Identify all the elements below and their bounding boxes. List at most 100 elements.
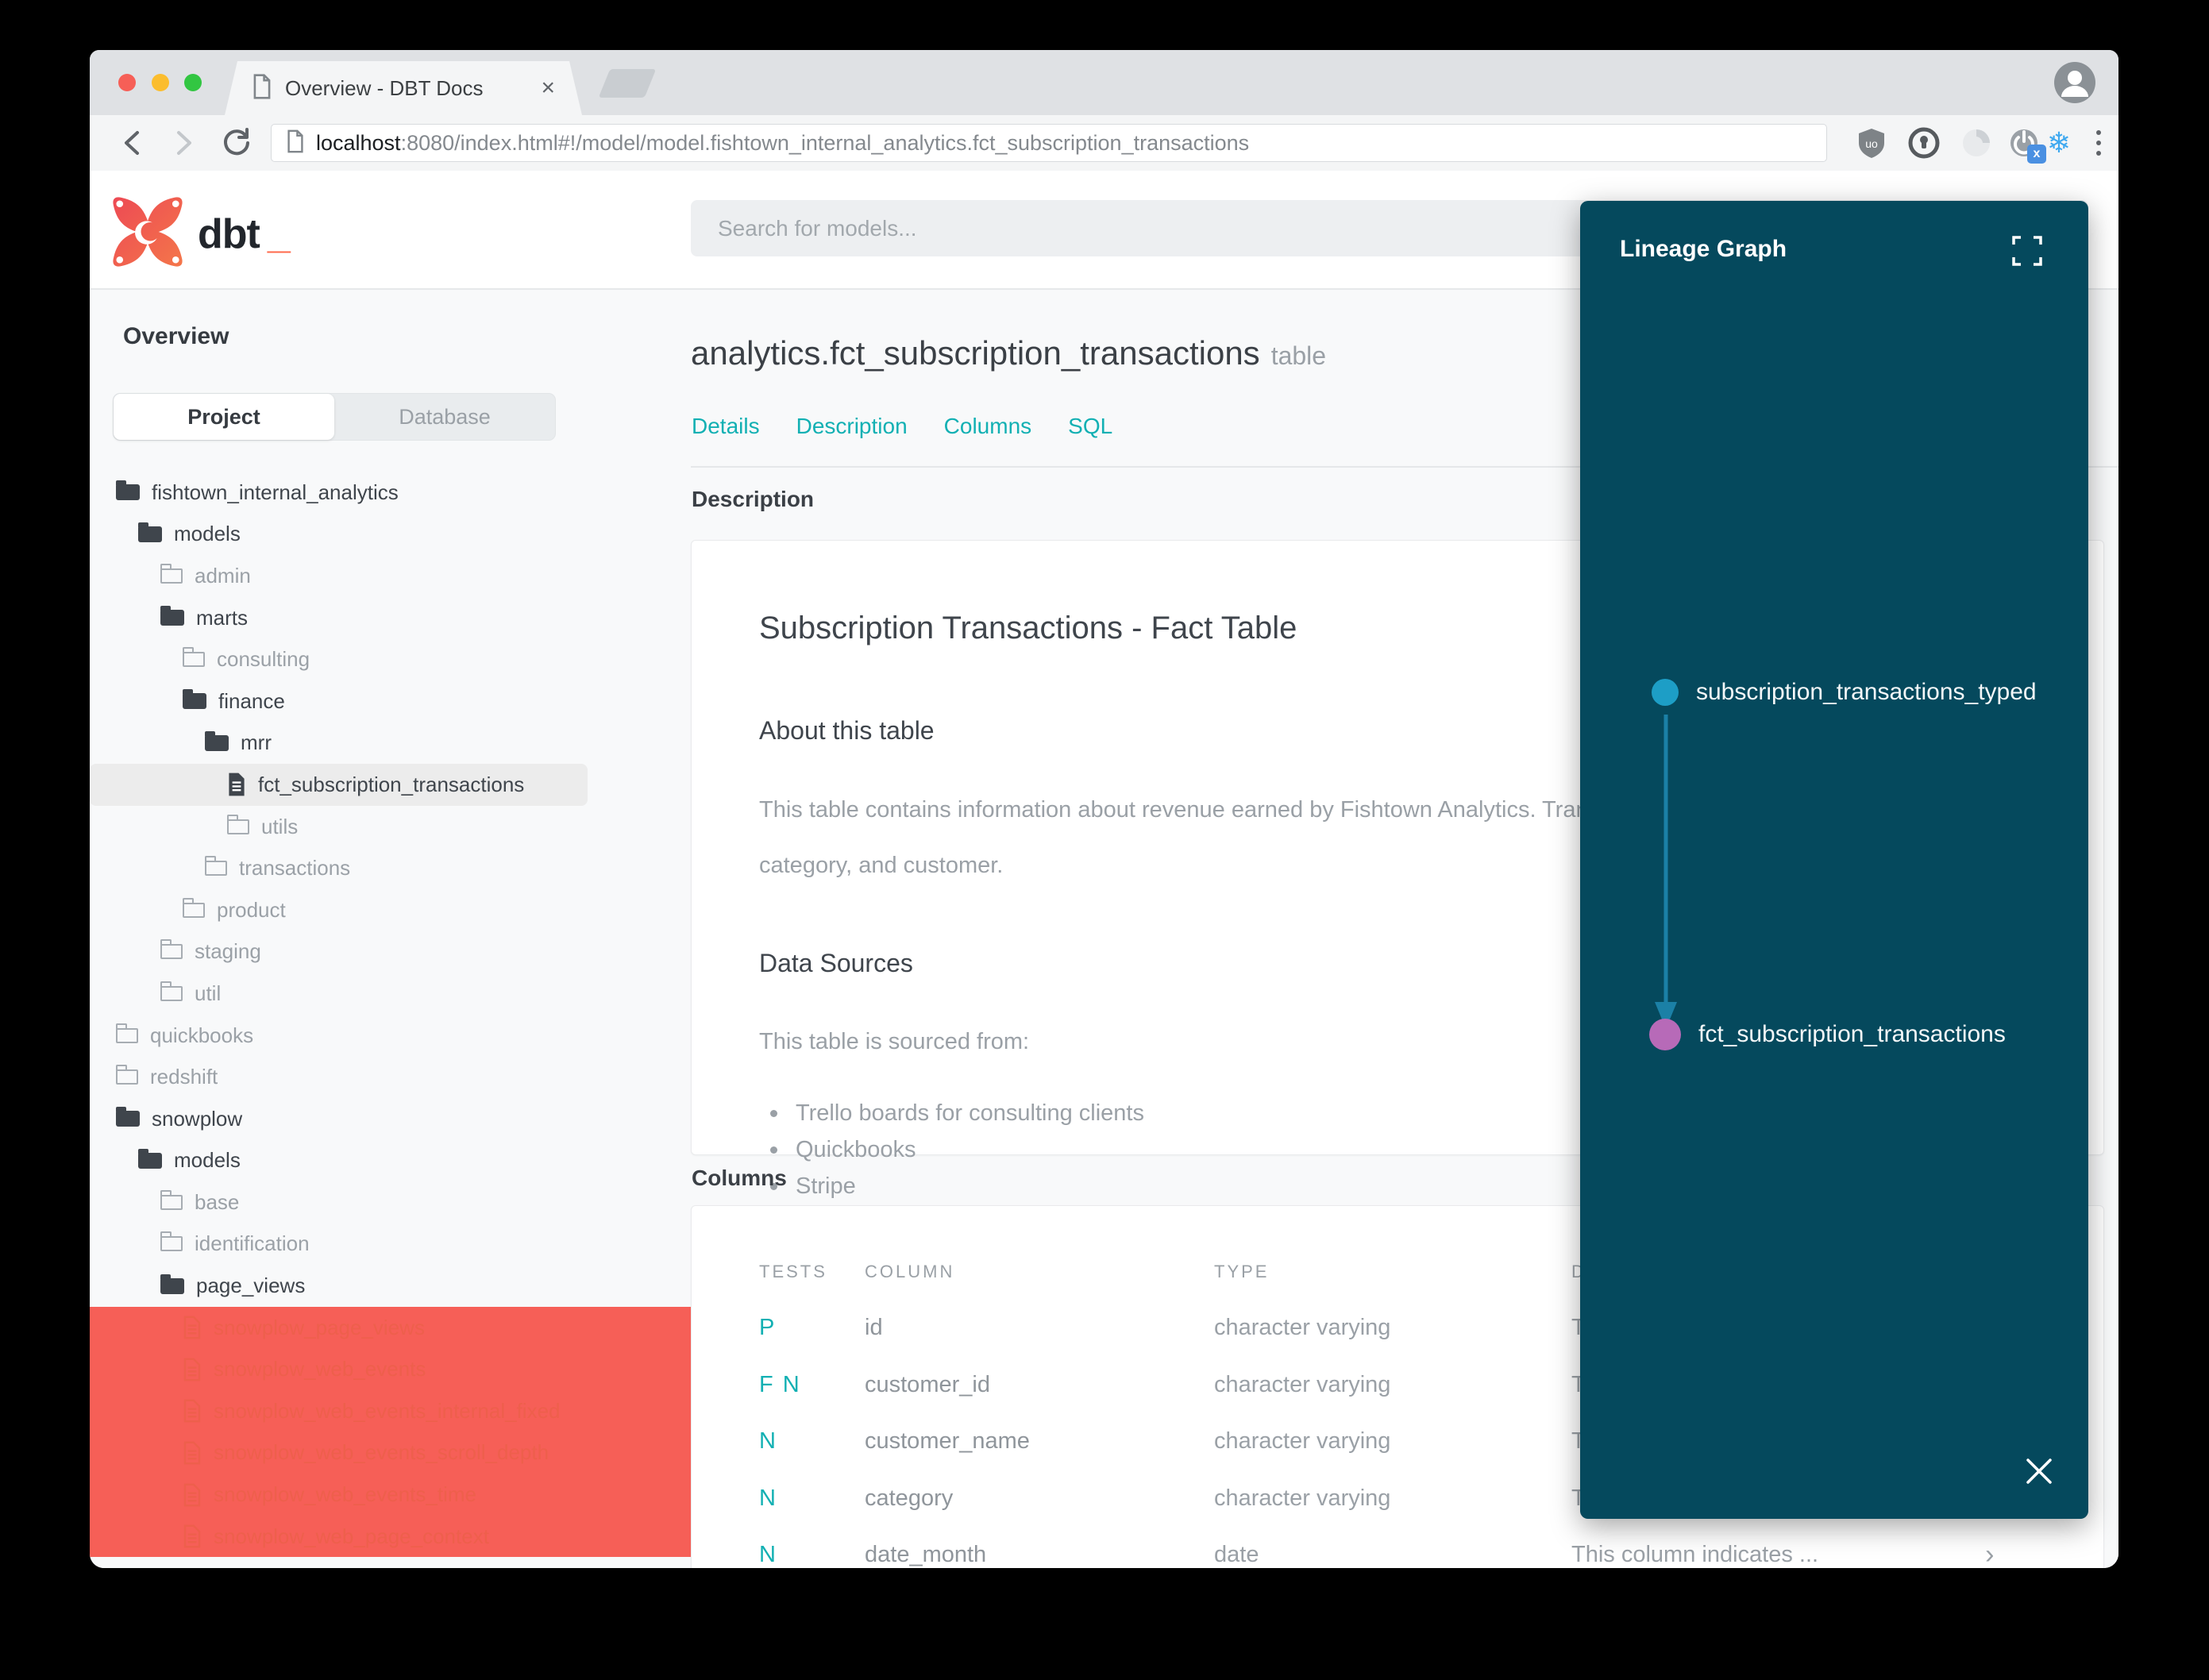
disabled-extension-icon[interactable]: [1959, 125, 1994, 160]
sidebar-item-base[interactable]: base: [90, 1181, 691, 1223]
model-file-icon: [183, 1524, 201, 1548]
power-extension-icon[interactable]: x: [2007, 125, 2046, 164]
url-text: localhost:8080/index.html#!/model/model.…: [316, 131, 1249, 156]
back-icon[interactable]: [115, 126, 148, 160]
lineage-graph-panel: Lineage Graph subscription_transactions_…: [1580, 201, 2088, 1519]
sidebar-item-snowplow_page_views[interactable]: snowplow_page_views: [90, 1306, 691, 1349]
folder-open-icon: [116, 480, 140, 501]
sidebar-item-quickbooks[interactable]: quickbooks: [90, 1015, 691, 1057]
tab-close-icon[interactable]: ×: [541, 75, 555, 102]
macos-close-button[interactable]: [118, 74, 136, 91]
folder-open-icon: [138, 522, 162, 542]
sidebar-item-finance[interactable]: finance: [90, 680, 691, 722]
tab-description[interactable]: Description: [796, 414, 908, 439]
sidebar-item-fishtown_internal_analytics[interactable]: fishtown_internal_analytics: [90, 472, 691, 514]
table-cell-column: id: [865, 1315, 883, 1341]
folder-open-icon: [205, 730, 229, 751]
sidebar-overview-heading: Overview: [123, 323, 229, 349]
model-file-icon: [183, 1441, 201, 1465]
folder-closed-icon: [160, 1189, 183, 1210]
sidebar-item-fct_subscription_transactions[interactable]: fct_subscription_transactions: [90, 764, 588, 806]
folder-closed-icon: [182, 647, 205, 668]
snowflake-extension-icon[interactable]: ❄: [2041, 125, 2076, 160]
toggle-database[interactable]: Database: [334, 394, 555, 440]
new-tab-button[interactable]: [598, 69, 657, 98]
columns-section-label: Columns: [692, 1166, 787, 1190]
table-cell-column: category: [865, 1485, 954, 1511]
sidebar-item-page_views[interactable]: page_views: [90, 1265, 691, 1307]
model-file-icon: [229, 773, 245, 796]
table-cell-tests: N: [759, 1428, 777, 1455]
column-header-type: TYPE: [1214, 1262, 1270, 1281]
table-cell-type: date: [1214, 1542, 1259, 1568]
browser-menu-icon[interactable]: [2081, 125, 2116, 160]
sidebar-item-consulting[interactable]: consulting: [90, 638, 691, 680]
sidebar-item-marts[interactable]: marts: [90, 597, 691, 639]
macos-minimize-button[interactable]: [152, 74, 169, 91]
lineage-node-source[interactable]: subscription_transactions_typed: [1652, 679, 2037, 706]
table-cell-type: character varying: [1214, 1371, 1391, 1397]
sidebar-item-staging[interactable]: staging: [90, 931, 691, 973]
toggle-project[interactable]: Project: [114, 394, 334, 440]
folder-closed-icon: [160, 981, 183, 1001]
folder-open-icon: [138, 1148, 162, 1169]
sidebar-item-models[interactable]: models: [90, 514, 691, 556]
table-cell-type: character varying: [1214, 1428, 1391, 1455]
profile-avatar-icon[interactable]: [2053, 61, 2096, 104]
sidebar-item-identification[interactable]: identification: [90, 1223, 691, 1266]
folder-closed-icon: [204, 856, 227, 877]
node-dot-icon: [1652, 679, 1679, 706]
node-dot-icon: [1649, 1019, 1681, 1050]
tab-sql[interactable]: SQL: [1068, 414, 1112, 439]
page-document-icon: [286, 129, 305, 157]
dbt-logo-text: dbt: [198, 210, 260, 257]
tab-columns[interactable]: Columns: [944, 414, 1031, 439]
onepassword-extension-icon[interactable]: [1906, 125, 1941, 160]
table-cell-type: character varying: [1214, 1485, 1391, 1511]
ublock-extension-icon[interactable]: uo: [1854, 125, 1889, 160]
macos-zoom-button[interactable]: [184, 74, 202, 91]
model-file-icon: [183, 1483, 201, 1506]
sidebar-item-snowplow_web_page_context[interactable]: snowplow_web_page_context: [90, 1515, 691, 1558]
folder-closed-icon: [115, 1023, 138, 1043]
table-cell-column: customer_name: [865, 1428, 1030, 1455]
expand-row-chevron-icon[interactable]: ›: [1985, 1539, 1994, 1568]
forward-icon[interactable]: [168, 126, 201, 160]
sidebar-item-snowplow_web_events_time[interactable]: snowplow_web_events_time: [90, 1474, 691, 1516]
sidebar-item-admin[interactable]: admin: [90, 555, 691, 597]
close-icon[interactable]: [2022, 1454, 2057, 1489]
fullscreen-icon[interactable]: [2010, 234, 2044, 272]
sidebar-item-snowplow_web_events[interactable]: snowplow_web_events: [90, 1348, 691, 1391]
sidebar-item-snowplow_web_events_internal_fixed[interactable]: snowplow_web_events_internal_fixed: [90, 1390, 691, 1432]
column-header-column: COLUMN: [865, 1262, 955, 1281]
dbt-logo[interactable]: dbt _: [110, 195, 291, 273]
sidebar-item-snowplow_web_events_scroll_depth[interactable]: snowplow_web_events_scroll_depth: [90, 1431, 691, 1474]
favicon-document-icon: [252, 74, 272, 103]
sidebar-item-product[interactable]: product: [90, 889, 691, 931]
folder-open-icon: [160, 606, 184, 626]
sidebar-item-redshift[interactable]: redshift: [90, 1056, 691, 1098]
model-file-icon: [183, 1358, 201, 1381]
folder-open-icon: [116, 1107, 140, 1127]
url-bar[interactable]: localhost:8080/index.html#!/model/model.…: [271, 124, 1827, 162]
browser-tab[interactable]: Overview - DBT Docs ×: [225, 61, 582, 115]
folder-closed-icon: [182, 897, 205, 918]
sidebar-item-utils[interactable]: utils: [90, 806, 691, 848]
table-cell-tests: N: [759, 1485, 777, 1511]
sidebar-item-snowplow-models[interactable]: models: [90, 1140, 691, 1182]
url-host: localhost: [316, 130, 401, 155]
browser-window: Overview - DBT Docs × localhost:8080/ind…: [90, 50, 2118, 1568]
materialization-badge: table: [1270, 341, 1327, 370]
tab-title: Overview - DBT Docs: [285, 75, 484, 100]
tab-details[interactable]: Details: [692, 414, 760, 439]
dbt-logo-underscore: _: [267, 210, 291, 257]
lineage-node-target[interactable]: fct_subscription_transactions: [1649, 1019, 2006, 1050]
folder-open-icon: [183, 689, 206, 710]
folder-closed-icon: [160, 1231, 183, 1252]
sidebar-item-util[interactable]: util: [90, 973, 691, 1015]
sidebar-item-mrr[interactable]: mrr: [90, 722, 691, 765]
reload-icon[interactable]: [220, 126, 253, 160]
description-section-label: Description: [692, 487, 815, 511]
sidebar-item-transactions[interactable]: transactions: [90, 847, 691, 889]
sidebar-item-snowplow[interactable]: snowplow: [90, 1098, 691, 1140]
